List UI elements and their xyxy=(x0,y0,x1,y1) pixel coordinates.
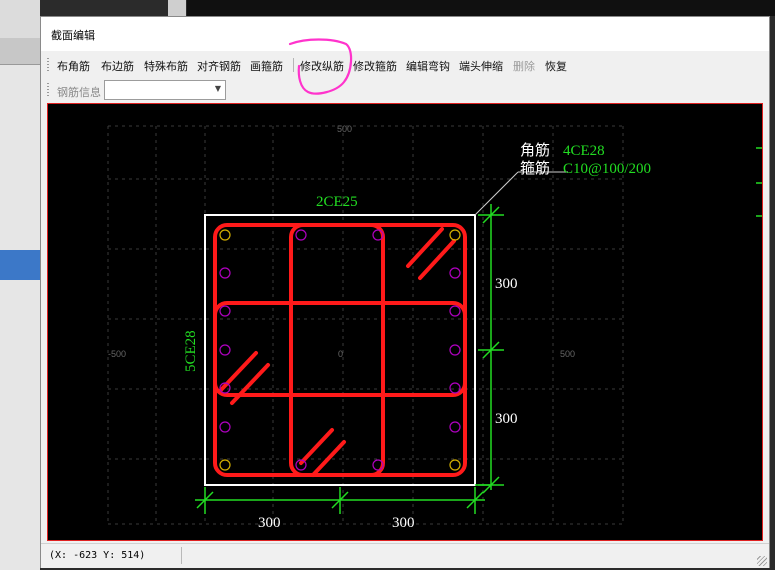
dialog-titlebar[interactable]: 截面编辑 xyxy=(41,17,769,51)
toolbar-grip[interactable] xyxy=(47,58,49,71)
stirrup-value: C10@100/200 xyxy=(563,161,651,177)
top-rebar-label: 2CE25 xyxy=(316,194,358,210)
stirrup-label: 箍筋 xyxy=(520,160,550,177)
rebar-info-label: 钢筋信息 xyxy=(57,86,101,99)
dimension-bottom-right: 300 xyxy=(392,515,415,531)
status-bar: (X: -623 Y: 514) xyxy=(41,543,769,568)
restore-button[interactable]: 恢复 xyxy=(545,58,567,74)
dimension-right-bottom: 300 xyxy=(495,411,518,427)
highlight-annotation xyxy=(288,38,353,95)
dialog-title: 截面编辑 xyxy=(51,29,95,42)
axis-label-top: 500 xyxy=(337,124,352,134)
toolbar-grip[interactable] xyxy=(47,83,49,96)
modify-stirrup-button[interactable]: 修改箍筋 xyxy=(353,58,397,74)
place-corner-rebar-button[interactable]: 布角筋 xyxy=(57,58,90,74)
corner-rebar-value: 4CE28 xyxy=(563,143,605,159)
section-edit-dialog: 截面编辑 布角筋 布边筋 特殊布筋 对齐钢筋 画箍筋 修改纵筋 修改箍筋 编辑弯… xyxy=(40,16,770,568)
special-rebar-button[interactable]: 特殊布筋 xyxy=(144,58,188,74)
place-side-rebar-button[interactable]: 布边筋 xyxy=(101,58,134,74)
rebar-info-select[interactable]: ▼ xyxy=(104,80,226,100)
end-extension-button[interactable]: 端头伸缩 xyxy=(459,58,503,74)
axis-label-center: 0 xyxy=(338,349,343,359)
background-app-top xyxy=(187,0,775,16)
corner-rebar-label: 角筋 xyxy=(520,142,550,159)
main-toolbar: 布角筋 布边筋 特殊布筋 对齐钢筋 画箍筋 修改纵筋 修改箍筋 编辑弯钩 端头伸… xyxy=(41,53,769,75)
status-separator xyxy=(181,547,182,564)
draw-stirrup-button[interactable]: 画箍筋 xyxy=(250,58,283,74)
resize-grip[interactable] xyxy=(757,556,767,566)
delete-button[interactable]: 删除 xyxy=(513,58,535,74)
side-rebar-label: 5CE28 xyxy=(183,330,199,372)
section-drawing[interactable]: 500 -500 500 0 角筋 4CE28 箍筋 C10@100/200 2… xyxy=(48,104,762,540)
cursor-coordinates: (X: -623 Y: 514) xyxy=(49,550,146,561)
rebar-info-toolbar: 钢筋信息 ▼ xyxy=(41,78,769,102)
dimension-bottom-left: 300 xyxy=(258,515,281,531)
background-app-left xyxy=(0,0,40,570)
align-rebar-button[interactable]: 对齐钢筋 xyxy=(197,58,241,74)
axis-label-right: 500 xyxy=(560,349,575,359)
background-divider xyxy=(168,0,186,16)
axis-label-left: -500 xyxy=(108,349,126,359)
dimension-right-top: 300 xyxy=(495,276,518,292)
edit-hook-button[interactable]: 编辑弯钩 xyxy=(406,58,450,74)
section-canvas[interactable]: 500 -500 500 0 角筋 4CE28 箍筋 C10@100/200 2… xyxy=(47,103,763,541)
chevron-down-icon[interactable]: ▼ xyxy=(215,84,221,93)
